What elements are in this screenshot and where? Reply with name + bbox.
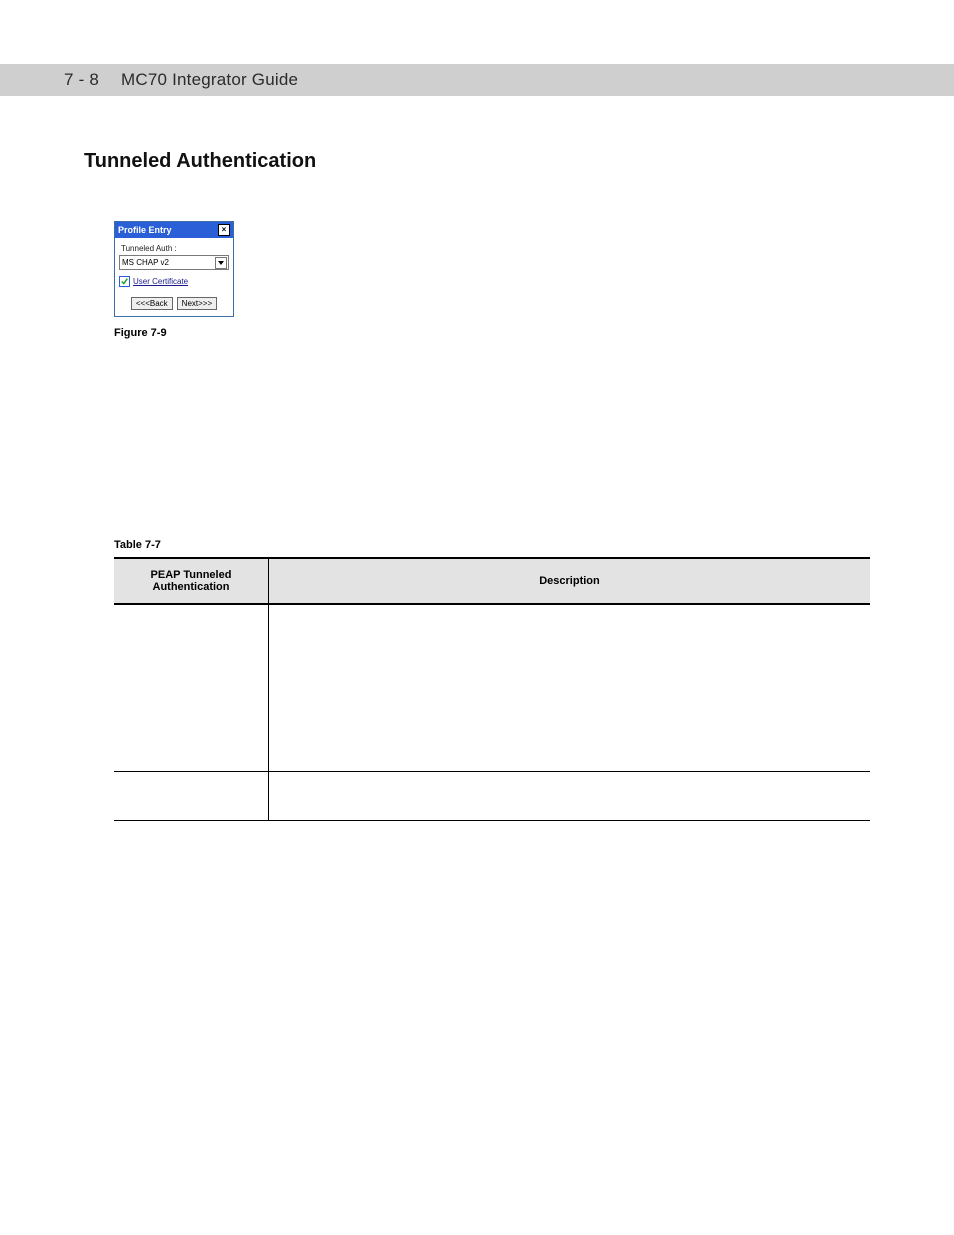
user-cert-label: User Certificate <box>133 277 188 286</box>
table-row <box>114 604 870 772</box>
dialog-buttons: <<<Back Next>>> <box>115 293 233 316</box>
page-header: 7 - 8 MC70 Integrator Guide <box>0 64 954 96</box>
checkbox-icon[interactable] <box>119 276 130 287</box>
dialog-title-text: Profile Entry <box>118 225 172 235</box>
figure-caption: Figure 7-9 <box>114 327 870 339</box>
close-icon[interactable]: × <box>218 224 230 236</box>
table-header-row: PEAP Tunneled Authentication Description <box>114 558 870 604</box>
combo-value: MS CHAP v2 <box>122 258 169 267</box>
cell-auth-1 <box>114 604 269 772</box>
next-button[interactable]: Next>>> <box>177 297 217 310</box>
profile-entry-dialog: Profile Entry × Tunneled Auth : MS CHAP … <box>114 221 234 317</box>
cell-auth-2 <box>114 772 269 821</box>
peap-table: PEAP Tunneled Authentication Description <box>114 557 870 821</box>
doc-title: MC70 Integrator Guide <box>121 70 298 90</box>
back-button[interactable]: <<<Back <box>131 297 173 310</box>
section-heading: Tunneled Authentication <box>84 150 870 173</box>
th-authentication: PEAP Tunneled Authentication <box>114 558 269 604</box>
th-description: Description <box>269 558 871 604</box>
cell-desc-2 <box>269 772 871 821</box>
dialog-titlebar[interactable]: Profile Entry × <box>115 222 233 238</box>
tunneled-auth-select[interactable]: MS CHAP v2 <box>119 255 229 270</box>
table-caption: Table 7-7 <box>114 539 870 551</box>
chevron-down-icon[interactable] <box>215 257 227 269</box>
page-number: 7 - 8 <box>64 70 99 90</box>
page-content: Tunneled Authentication Profile Entry × … <box>84 150 870 821</box>
dialog-body: Tunneled Auth : MS CHAP v2 User Certific… <box>115 238 233 293</box>
cell-desc-1 <box>269 604 871 772</box>
group-label: Tunneled Auth : <box>121 244 229 253</box>
user-certificate-checkbox[interactable]: User Certificate <box>119 276 229 287</box>
table-row <box>114 772 870 821</box>
